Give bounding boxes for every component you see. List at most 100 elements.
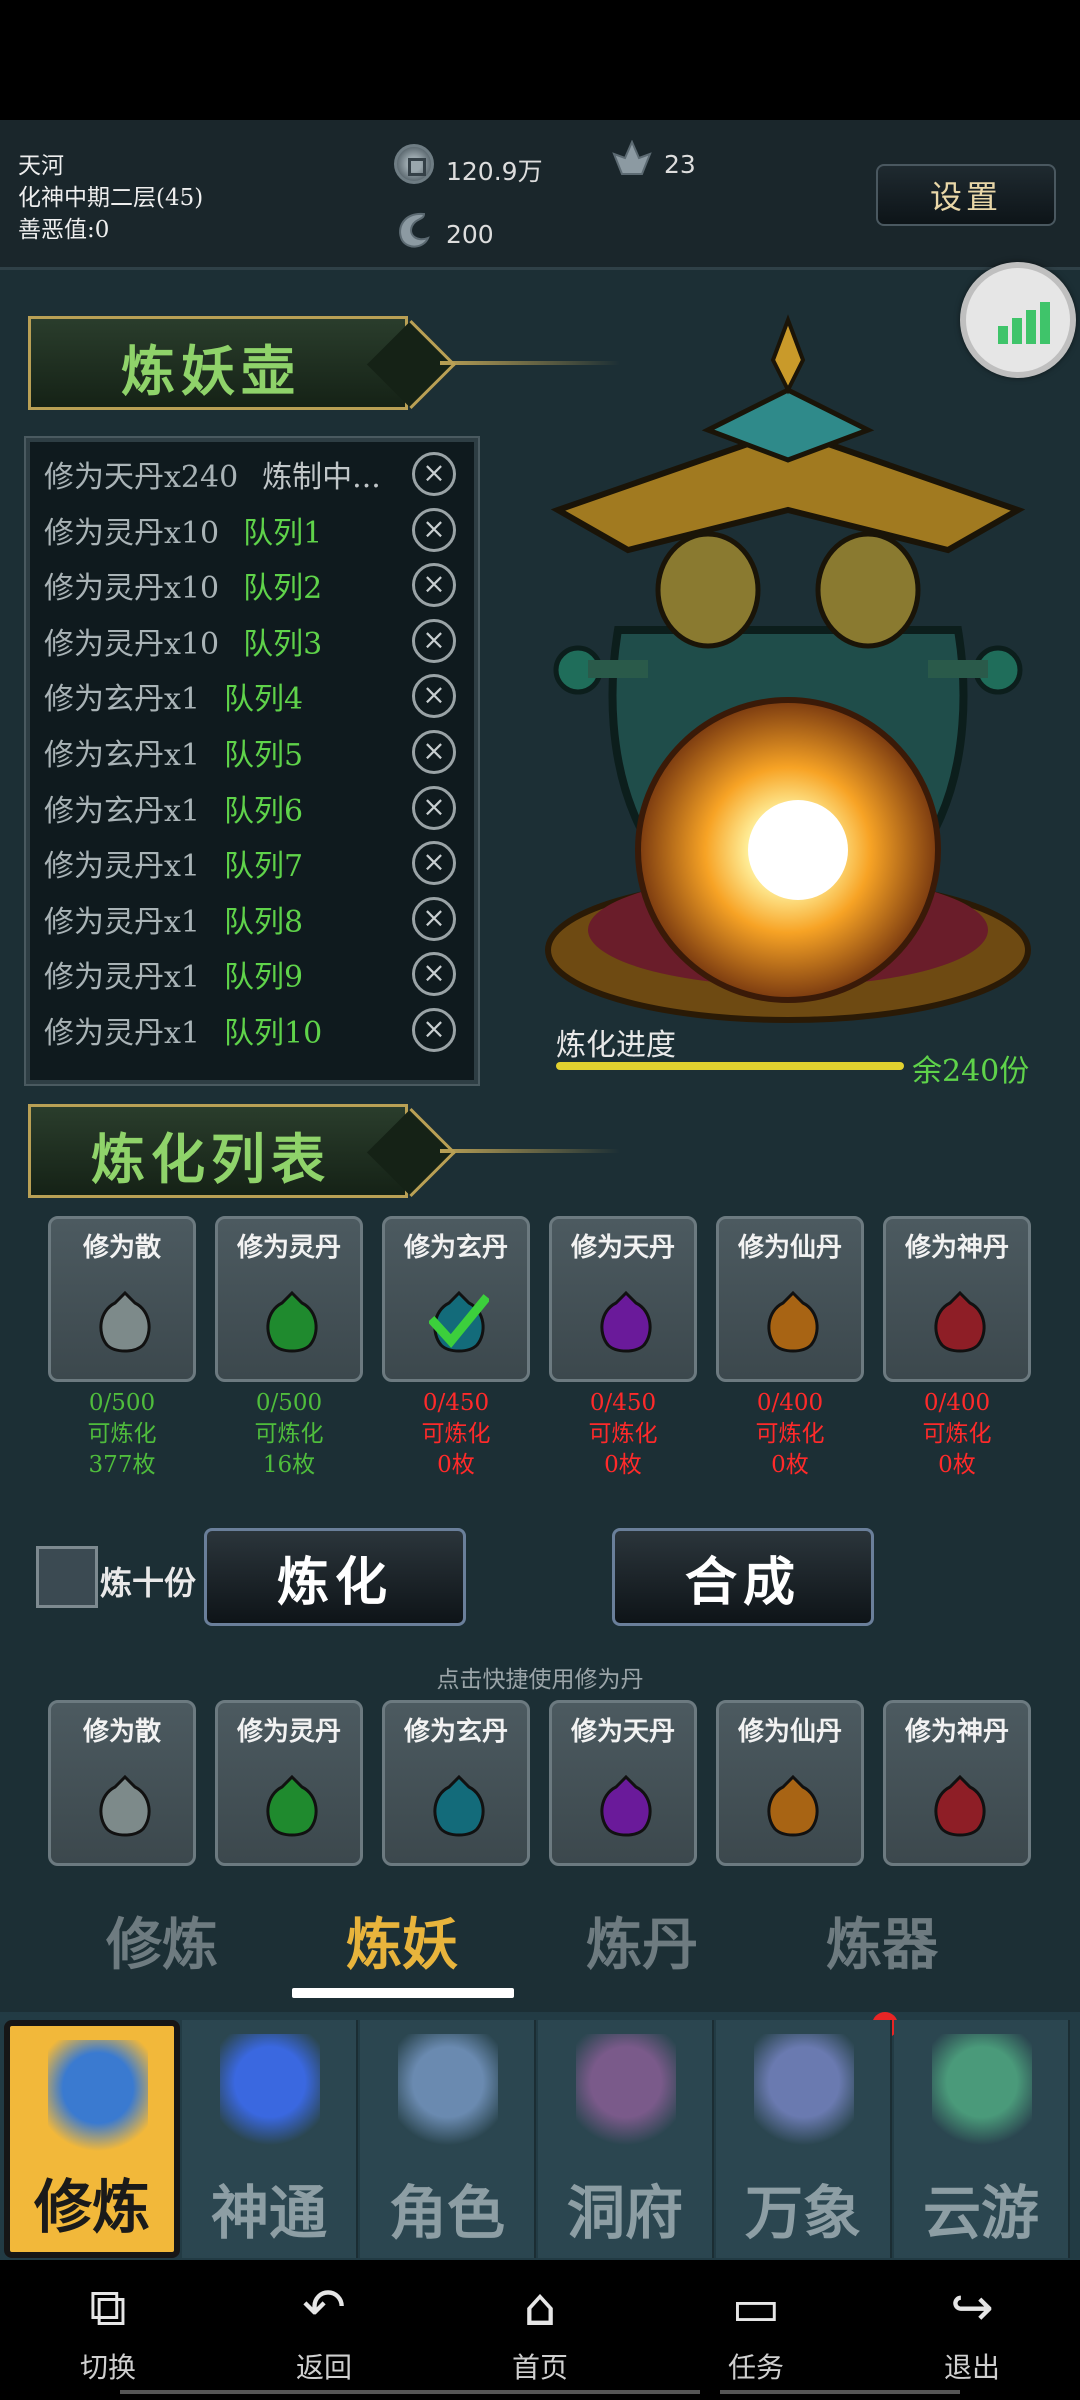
queue-item-name: 修为天丹x240 xyxy=(44,460,239,495)
menu-item-divine-arts[interactable]: 神通 xyxy=(182,2020,358,2258)
exit-icon: ↪ xyxy=(950,2278,994,2338)
close-icon[interactable]: × xyxy=(412,507,456,552)
menu-item-character[interactable]: 角色 xyxy=(360,2020,536,2258)
nav-tasks-button[interactable]: ▭ 任务 xyxy=(686,2270,826,2390)
nav-exit-button[interactable]: ↪ 退出 xyxy=(902,2270,1042,2390)
nav-switch-button[interactable]: ⧉ 切换 xyxy=(38,2270,178,2390)
refine-item-card[interactable]: 修为散 xyxy=(48,1216,196,1382)
quick-use-card[interactable]: 修为天丹 xyxy=(549,1700,697,1866)
tasks-icon: ▭ xyxy=(731,2278,781,2338)
status-bar xyxy=(0,0,1080,120)
refine-button[interactable]: 炼化 xyxy=(204,1528,466,1626)
menu-item-myriad[interactable]: 万象 xyxy=(716,2020,892,2258)
queue-row: 修为玄丹x1 队列6 × xyxy=(44,780,468,836)
coin-count: 120.9万 xyxy=(446,157,543,186)
queue-row: 修为玄丹x1 队列4 × xyxy=(44,668,468,724)
queue-row: 修为灵丹x10 队列2 × xyxy=(44,557,468,613)
nav-home-button[interactable]: ⌂ 首页 xyxy=(470,2270,610,2390)
menu-item-label: 云游 xyxy=(922,2179,1039,2247)
queue-row: 修为灵丹x10 队列3 × xyxy=(44,613,468,669)
menu-item-label: 洞府 xyxy=(566,2179,683,2247)
back-icon: ↶ xyxy=(302,2278,346,2338)
cultivate-icon xyxy=(48,2040,148,2160)
refine-item-card[interactable]: 修为仙丹 xyxy=(716,1216,864,1382)
close-icon[interactable]: × xyxy=(412,563,456,608)
combine-button[interactable]: 合成 xyxy=(612,1528,874,1626)
quick-use-card[interactable]: 修为灵丹 xyxy=(215,1700,363,1866)
close-icon[interactable]: × xyxy=(412,674,456,719)
travel-icon xyxy=(932,2034,1032,2154)
refine-item-state: 可炼化 xyxy=(922,1421,992,1447)
close-icon[interactable]: × xyxy=(412,785,456,830)
refine-item-amount: 0枚 xyxy=(437,1452,475,1478)
queue-item-name: 修为玄丹x1 xyxy=(44,793,201,829)
heaven-pill-icon xyxy=(600,1290,652,1353)
menu-item-cultivate[interactable]: 修炼 xyxy=(4,2020,180,2258)
player-name: 天河 xyxy=(18,153,64,179)
nav-label: 切换 xyxy=(79,2351,136,2384)
queue-item-status: 队列2 xyxy=(243,571,323,607)
refine-queue-panel: 修为天丹x240 炼制中... × 修为灵丹x10 队列1 × 修为灵丹x10 队列2 × 修为灵… xyxy=(24,436,480,1086)
queue-item-status: 队列6 xyxy=(224,793,304,829)
close-icon[interactable]: × xyxy=(412,452,456,496)
quick-use-card[interactable]: 修为玄丹 xyxy=(382,1700,530,1866)
character-icon xyxy=(398,2034,498,2154)
myriad-icon xyxy=(754,2034,854,2154)
refine-item-count: 0/450 xyxy=(589,1390,657,1416)
menu-item-cave[interactable]: 洞府 xyxy=(538,2020,714,2258)
close-icon[interactable]: × xyxy=(412,896,456,941)
spirit-pill-icon xyxy=(266,1290,318,1353)
refine-item-state: 可炼化 xyxy=(254,1421,324,1447)
quick-use-label: 修为天丹 xyxy=(570,1717,675,1747)
active-tab-indicator xyxy=(292,1988,514,1998)
quick-use-label: 修为仙丹 xyxy=(737,1717,842,1747)
player-karma: 善恶值:0 xyxy=(18,217,110,243)
refine-item-card[interactable]: 修为天丹 xyxy=(549,1216,697,1382)
refine-ten-checkbox[interactable] xyxy=(36,1546,98,1608)
queue-item-name: 修为灵丹x1 xyxy=(44,1016,201,1051)
refine-item-label: 修为神丹 xyxy=(904,1233,1009,1263)
queue-row: 修为灵丹x10 队列1 × xyxy=(44,502,468,558)
queue-item-status: 队列3 xyxy=(243,626,323,662)
quick-use-card[interactable]: 修为散 xyxy=(48,1700,196,1866)
queue-row: 修为灵丹x1 队列9 × xyxy=(44,946,468,1002)
remaining-count: 余240份 xyxy=(912,1054,1030,1089)
nav-gesture-line xyxy=(120,2390,370,2394)
refine-item-card[interactable]: 修为神丹 xyxy=(883,1216,1031,1382)
refine-item-card[interactable]: 修为灵丹 xyxy=(215,1216,363,1382)
tab-refine-demon[interactable]: 炼妖 xyxy=(312,1900,492,1981)
refine-item-amount: 377枚 xyxy=(88,1452,156,1478)
menu-item-travel[interactable]: 云游 xyxy=(894,2020,1070,2258)
nav-back-button[interactable]: ↶ 返回 xyxy=(254,2270,394,2390)
refine-progress-bar xyxy=(556,1062,904,1070)
divine-pill-icon xyxy=(934,1774,986,1837)
refine-item-count: 0/400 xyxy=(923,1390,991,1416)
menu-item-label: 神通 xyxy=(210,2179,327,2247)
quick-use-card[interactable]: 修为神丹 xyxy=(883,1700,1031,1866)
close-icon[interactable]: × xyxy=(412,952,456,997)
crystal-icon xyxy=(612,140,652,175)
switch-icon: ⧉ xyxy=(89,2278,127,2338)
quick-use-card[interactable]: 修为仙丹 xyxy=(716,1700,864,1866)
quick-use-label: 修为神丹 xyxy=(904,1717,1009,1747)
close-icon[interactable]: × xyxy=(412,618,456,663)
tab-cultivate[interactable]: 修炼 xyxy=(72,1900,252,1981)
close-icon[interactable]: × xyxy=(412,730,456,774)
home-icon: ⌂ xyxy=(523,2278,557,2338)
tab-forge[interactable]: 炼器 xyxy=(792,1900,972,1981)
refine-item-label: 修为灵丹 xyxy=(236,1233,341,1263)
queue-item-name: 修为灵丹x1 xyxy=(44,849,201,885)
tab-alchemy[interactable]: 炼丹 xyxy=(552,1900,732,1981)
immortal-pill-icon xyxy=(767,1290,819,1353)
close-icon[interactable]: × xyxy=(412,841,456,886)
close-icon[interactable]: × xyxy=(412,1008,456,1052)
divine-pill-icon xyxy=(934,1290,986,1353)
settings-button[interactable]: 设置 xyxy=(876,164,1056,226)
divine-arts-icon xyxy=(220,2034,320,2154)
nav-gesture-line xyxy=(370,2390,700,2394)
refine-item-card[interactable]: 修为玄丹 xyxy=(382,1216,530,1382)
queue-item-name: 修为玄丹x1 xyxy=(44,738,201,773)
refine-item-amount: 16枚 xyxy=(262,1452,316,1478)
refine-item-label: 修为散 xyxy=(82,1233,161,1263)
heaven-pill-icon xyxy=(600,1774,652,1837)
